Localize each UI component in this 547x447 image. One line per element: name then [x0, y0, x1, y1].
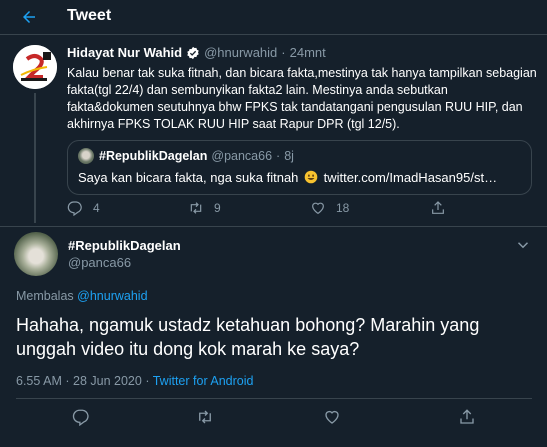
quoted-author-handle: @panca66: [211, 149, 273, 163]
separator-dot: ·: [281, 45, 286, 60]
grinning-face-emoji-icon: [304, 170, 318, 187]
reply-icon: [67, 201, 82, 216]
party-logo-avatar-icon: [13, 45, 57, 89]
parent-tweet-actions: 4 9 18: [67, 200, 537, 218]
tweet-meta: 6.55 AM · 28 Jun 2020 · Twitter for Andr…: [16, 374, 253, 388]
tweet-time[interactable]: 24mnt: [290, 45, 326, 60]
main-tweet-text: Hahaha, ngamuk ustadz ketahuan bohong? M…: [16, 315, 480, 359]
author-handle[interactable]: @panca66: [68, 255, 131, 270]
reply-button[interactable]: 4: [67, 200, 100, 216]
chevron-down-icon: [517, 242, 529, 249]
reply-button[interactable]: [72, 408, 90, 431]
author-name[interactable]: #RepublikDagelan: [68, 238, 181, 253]
more-options-button[interactable]: [514, 236, 532, 254]
quoted-text: Saya kan bicara fakta, nga suka fitnah: [78, 170, 299, 185]
tweet-time[interactable]: 6.55 AM: [16, 374, 62, 388]
separator-dot: ·: [65, 374, 70, 388]
quoted-tweet-time: 8j: [284, 149, 294, 163]
page-title: Tweet: [67, 7, 112, 24]
back-button[interactable]: [12, 1, 46, 33]
quoted-tweet-header: #RepublikDagelan @panca66 · 8j: [78, 148, 294, 164]
share-button[interactable]: [458, 408, 476, 431]
replying-to: Membalas @hnurwahid: [16, 289, 148, 303]
avatar[interactable]: [13, 45, 57, 89]
tweet-date[interactable]: 28 Jun 2020: [73, 374, 142, 388]
retweet-button[interactable]: 9: [188, 200, 221, 216]
divider: [0, 226, 547, 227]
author-handle[interactable]: @hnurwahid: [204, 45, 277, 60]
quoted-author-name: #RepublikDagelan: [99, 149, 208, 163]
author-name[interactable]: Hidayat Nur Wahid: [67, 45, 182, 60]
heart-icon: [325, 410, 339, 424]
main-tweet-actions: [0, 408, 547, 428]
tweet-source[interactable]: Twitter for Android: [153, 374, 254, 388]
separator-dot: ·: [276, 149, 281, 163]
thread-line: [34, 93, 36, 223]
replying-to-label: Membalas: [16, 289, 74, 303]
quoted-tweet[interactable]: #RepublikDagelan @panca66 · 8j Saya kan …: [67, 140, 532, 195]
like-button[interactable]: [323, 408, 341, 431]
like-button[interactable]: 18: [310, 200, 349, 216]
top-bar: Tweet: [0, 0, 547, 35]
quoted-tweet-text: Saya kan bicara fakta, nga suka fitnah t…: [78, 170, 497, 187]
share-icon: [460, 409, 474, 424]
heart-icon: [312, 202, 324, 215]
avatar[interactable]: [14, 232, 58, 276]
retweet-count: 9: [214, 201, 221, 215]
like-count: 18: [336, 201, 350, 215]
replying-to-handle[interactable]: @hnurwahid: [77, 289, 147, 303]
reply-icon: [72, 409, 89, 427]
parent-tweet-text: Kalau benar tak suka fitnah, dan bicara …: [67, 66, 537, 131]
avatar: [78, 148, 94, 164]
separator-dot: ·: [145, 374, 150, 388]
share-button[interactable]: [430, 200, 456, 216]
retweet-button[interactable]: [196, 408, 214, 431]
divider: [16, 398, 532, 399]
retweet-icon: [199, 410, 211, 424]
arrow-left-icon: [23, 11, 35, 23]
retweet-icon: [190, 202, 202, 214]
reply-count: 4: [93, 201, 100, 215]
parent-tweet-header: Hidayat Nur Wahid @hnurwahid · 24mnt: [67, 45, 326, 60]
verified-badge-icon: [186, 46, 200, 60]
share-icon: [432, 201, 444, 214]
quoted-link[interactable]: twitter.com/ImadHasan95/st…: [324, 170, 497, 185]
